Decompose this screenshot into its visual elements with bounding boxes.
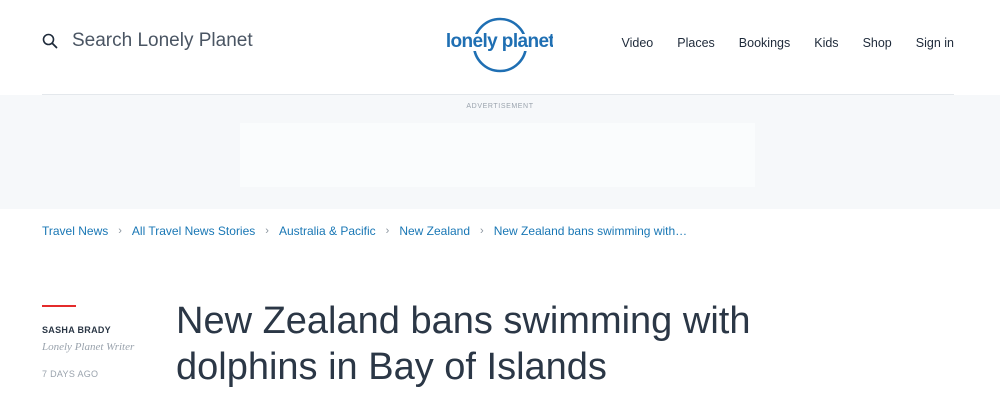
breadcrumb-separator: › [265, 225, 269, 237]
headline-line-2: dolphins in Bay of Islands [176, 346, 607, 388]
nav-bookings[interactable]: Bookings [739, 36, 790, 50]
breadcrumb-separator: › [480, 225, 484, 237]
search-bar[interactable] [42, 30, 272, 52]
breadcrumb-all-stories[interactable]: All Travel News Stories [132, 224, 255, 238]
advertisement-placeholder[interactable] [240, 123, 755, 187]
nav-kids[interactable]: Kids [814, 36, 838, 50]
breadcrumb-separator: › [118, 225, 122, 237]
nav-sign-in[interactable]: Sign in [916, 36, 954, 50]
breadcrumb-australia-pacific[interactable]: Australia & Pacific [279, 224, 376, 238]
article-headline: New Zealand bans swimming with dolphins … [176, 298, 796, 390]
nav-places[interactable]: Places [677, 36, 715, 50]
nav-shop[interactable]: Shop [863, 36, 892, 50]
publish-date: 7 DAYS AGO [42, 369, 99, 379]
breadcrumb-new-zealand[interactable]: New Zealand [399, 224, 470, 238]
search-icon[interactable] [42, 33, 58, 49]
main-nav: Video Places Bookings Kids Shop Sign in [598, 36, 954, 50]
site-header: lonely planet Video Places Bookings Kids… [0, 0, 1000, 94]
breadcrumb-travel-news[interactable]: Travel News [42, 224, 108, 238]
author-accent-rule [42, 305, 76, 307]
breadcrumb: Travel News › All Travel News Stories › … [42, 224, 687, 238]
lonely-planet-logo[interactable]: lonely planet [447, 16, 553, 74]
breadcrumb-current-article[interactable]: New Zealand bans swimming with… [494, 224, 687, 238]
author-name[interactable]: SASHA BRADY [42, 325, 134, 335]
author-block: SASHA BRADY Lonely Planet Writer 7 DAYS … [42, 305, 134, 379]
author-role: Lonely Planet Writer [42, 341, 135, 353]
search-input[interactable] [72, 30, 272, 52]
headline-line-1: New Zealand bans swimming with [176, 300, 751, 342]
breadcrumb-separator: › [385, 225, 390, 237]
advertisement-area: ADVERTISEMENT [0, 95, 1000, 209]
nav-video[interactable]: Video [622, 36, 654, 50]
advertisement-label: ADVERTISEMENT [466, 103, 534, 110]
logo-text: lonely planet [447, 31, 553, 52]
